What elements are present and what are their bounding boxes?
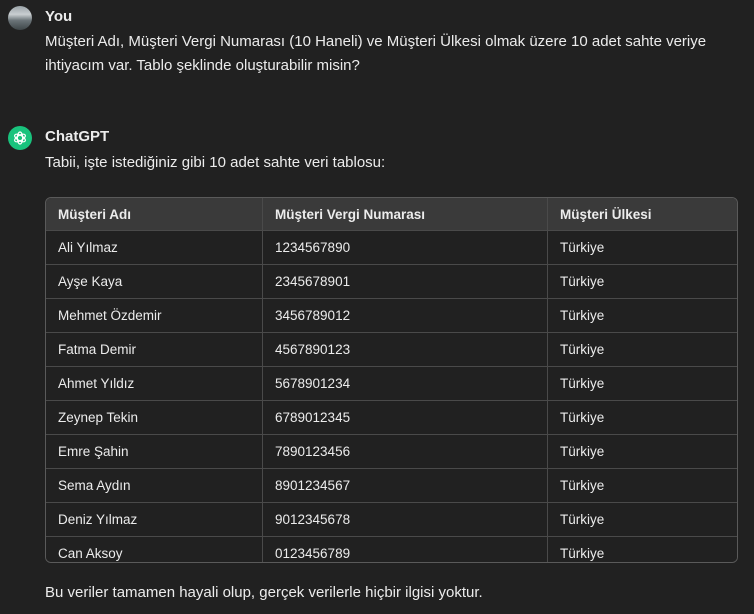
cell-tax-number: 7890123456: [262, 434, 548, 469]
user-author-name: You: [45, 8, 73, 25]
cell-country: Türkiye: [547, 502, 737, 537]
table-header-row: Müşteri Adı Müşteri Vergi Numarası Müşte…: [46, 198, 737, 231]
cell-country: Türkiye: [547, 468, 737, 503]
header-tax-number: Müşteri Vergi Numarası: [262, 198, 548, 231]
cell-country: Türkiye: [547, 366, 737, 401]
cell-country: Türkiye: [547, 434, 737, 469]
table-row: Can Aksoy 0123456789 Türkiye: [46, 536, 737, 562]
openai-logo-icon: [8, 126, 32, 150]
assistant-outro-text: Bu veriler tamamen hayali olup, gerçek v…: [45, 584, 483, 601]
cell-name: Ahmet Yıldız: [46, 366, 263, 401]
cell-tax-number: 1234567890: [262, 230, 548, 265]
cell-name: Emre Şahin: [46, 434, 263, 469]
user-avatar: [8, 6, 32, 30]
table-row: Emre Şahin 7890123456 Türkiye: [46, 434, 737, 469]
cell-name: Can Aksoy: [46, 536, 263, 562]
table-row: Fatma Demir 4567890123 Türkiye: [46, 332, 737, 367]
cell-tax-number: 5678901234: [262, 366, 548, 401]
cell-name: Sema Aydın: [46, 468, 263, 503]
cell-tax-number: 0123456789: [262, 536, 548, 562]
header-customer-name: Müşteri Adı: [46, 198, 263, 231]
cell-country: Türkiye: [547, 400, 737, 435]
user-message-line: ihtiyacım var. Tablo şeklinde oluşturabi…: [45, 57, 360, 74]
cell-tax-number: 8901234567: [262, 468, 548, 503]
cell-name: Deniz Yılmaz: [46, 502, 263, 537]
cell-country: Türkiye: [547, 298, 737, 333]
user-message-line: Müşteri Adı, Müşteri Vergi Numarası (10 …: [45, 33, 707, 50]
cell-tax-number: 9012345678: [262, 502, 548, 537]
cell-tax-number: 4567890123: [262, 332, 548, 367]
table-row: Ali Yılmaz 1234567890 Türkiye: [46, 230, 737, 265]
assistant-author-name: ChatGPT: [45, 128, 110, 145]
cell-country: Türkiye: [547, 536, 737, 562]
cell-name: Ayşe Kaya: [46, 264, 263, 299]
table-row: Ayşe Kaya 2345678901 Türkiye: [46, 264, 737, 299]
table-row: Zeynep Tekin 6789012345 Türkiye: [46, 400, 737, 435]
header-country: Müşteri Ülkesi: [547, 198, 737, 231]
assistant-intro-text: Tabii, işte istediğiniz gibi 10 adet sah…: [45, 154, 386, 171]
cell-name: Ali Yılmaz: [46, 230, 263, 265]
cell-country: Türkiye: [547, 264, 737, 299]
table-row: Sema Aydın 8901234567 Türkiye: [46, 468, 737, 503]
cell-tax-number: 3456789012: [262, 298, 548, 333]
table-row: Ahmet Yıldız 5678901234 Türkiye: [46, 366, 737, 401]
user-message-text: Müşteri Adı, Müşteri Vergi Numarası (10 …: [45, 30, 745, 78]
data-table: Müşteri Adı Müşteri Vergi Numarası Müşte…: [45, 197, 738, 563]
cell-name: Fatma Demir: [46, 332, 263, 367]
table-row: Mehmet Özdemir 3456789012 Türkiye: [46, 298, 737, 333]
cell-name: Zeynep Tekin: [46, 400, 263, 435]
table-row: Deniz Yılmaz 9012345678 Türkiye: [46, 502, 737, 537]
cell-tax-number: 2345678901: [262, 264, 548, 299]
cell-name: Mehmet Özdemir: [46, 298, 263, 333]
cell-country: Türkiye: [547, 332, 737, 367]
cell-country: Türkiye: [547, 230, 737, 265]
cell-tax-number: 6789012345: [262, 400, 548, 435]
